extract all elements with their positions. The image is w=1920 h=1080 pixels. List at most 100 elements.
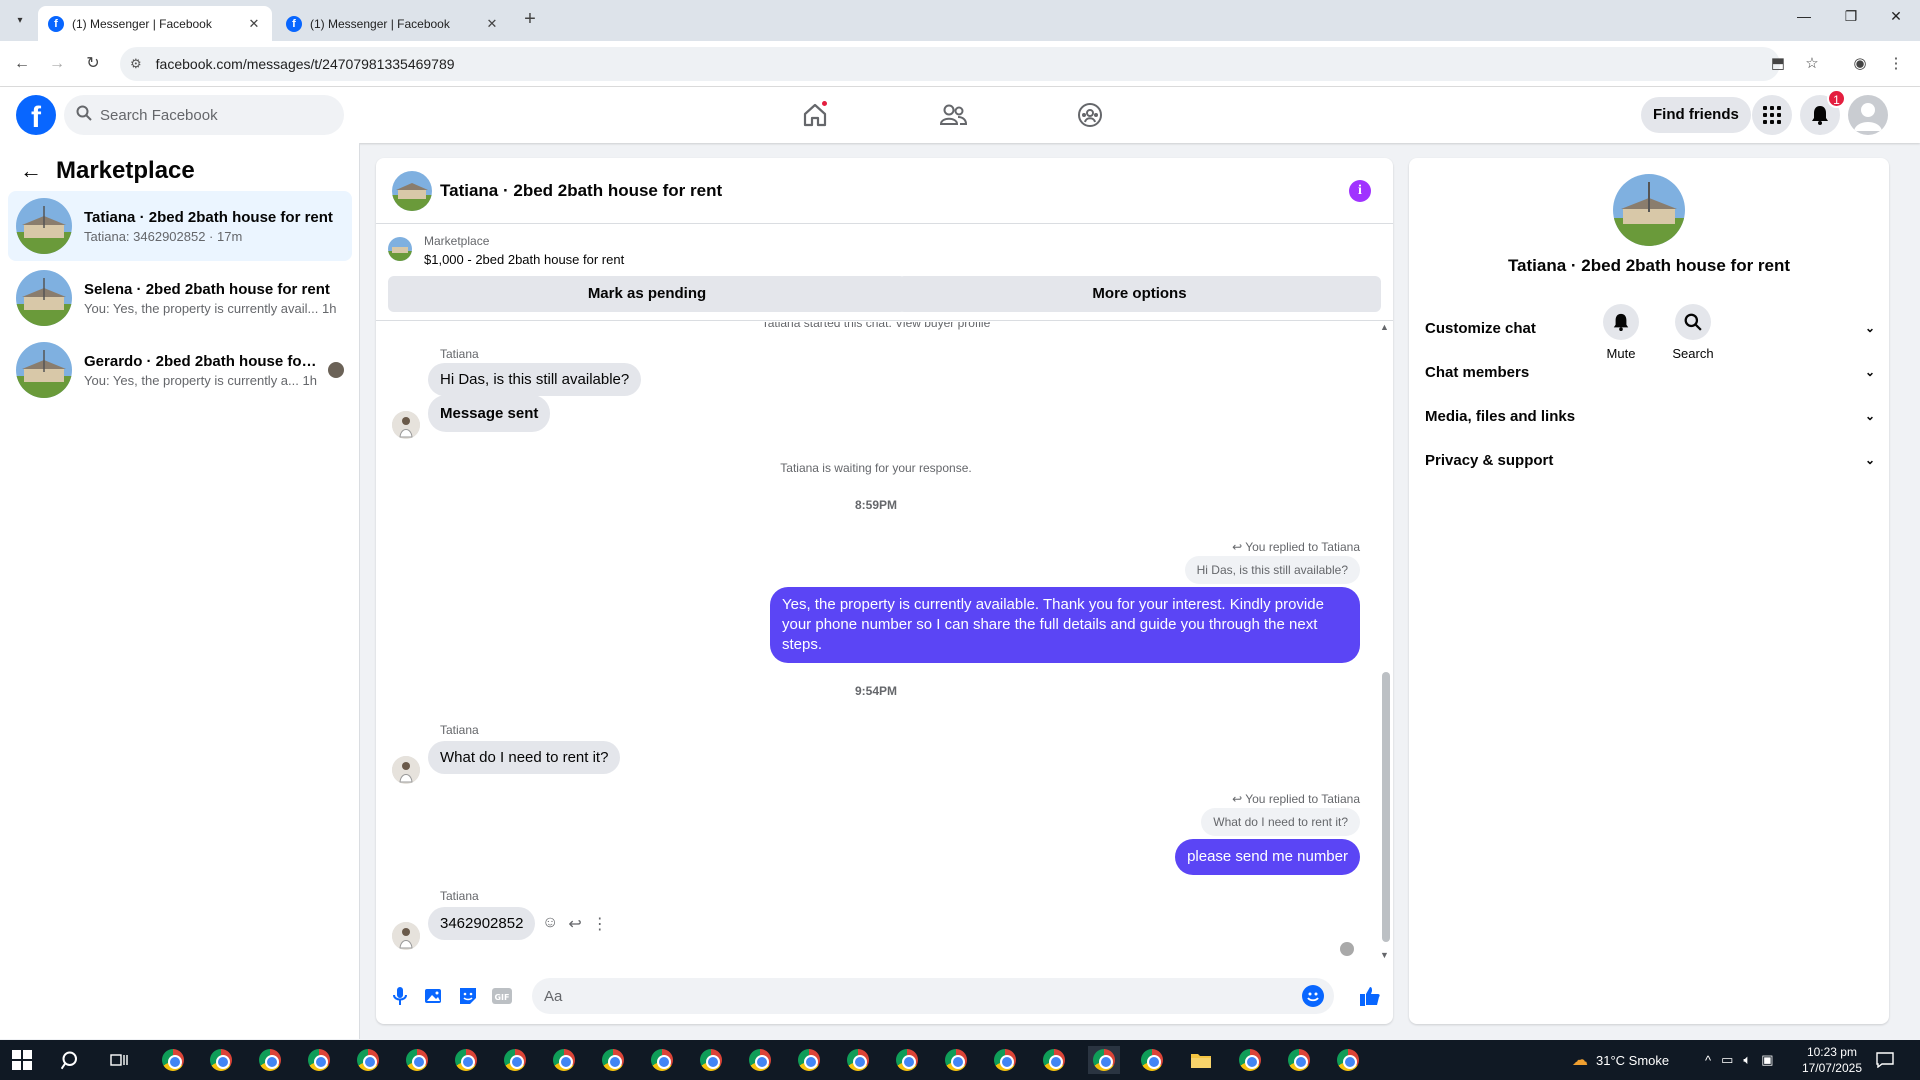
conversation-item[interactable]: Selena · 2bed 2bath house for rent You: … — [8, 263, 352, 333]
listing-price-title[interactable]: $1,000 - 2bed 2bath house for rent — [424, 252, 624, 267]
chrome-taskbar-icon[interactable] — [990, 1046, 1020, 1074]
address-bar[interactable]: ⚙ facebook.com/messages/t/24707981335469… — [120, 47, 1780, 81]
chrome-taskbar-icon[interactable] — [1333, 1046, 1363, 1074]
tab-search-dropdown[interactable]: ▾ — [10, 10, 30, 30]
chrome-taskbar-icon[interactable] — [647, 1046, 677, 1074]
back-arrow-icon[interactable]: ← — [20, 158, 42, 184]
notifications-bell-icon[interactable]: 1 — [1800, 89, 1846, 135]
scroll-thumb[interactable] — [1382, 672, 1390, 942]
chrome-taskbar-icon[interactable] — [843, 1046, 873, 1074]
reply-icon[interactable]: ↩ — [568, 914, 581, 934]
chrome-taskbar-icon[interactable] — [451, 1046, 481, 1074]
customize-chat-section[interactable]: Customize chat ⌄ — [1425, 310, 1875, 346]
chrome-taskbar-icon[interactable] — [1039, 1046, 1069, 1074]
chrome-taskbar-icon[interactable] — [206, 1046, 236, 1074]
media-files-links-section[interactable]: Media, files and links ⌄ — [1425, 398, 1875, 434]
profile-icon[interactable]: ◉ — [1848, 52, 1872, 76]
install-app-icon[interactable]: ⬒ — [1766, 52, 1790, 76]
facebook-search[interactable] — [64, 95, 344, 135]
tab-close-icon[interactable]: ✕ — [246, 16, 262, 32]
chrome-taskbar-icon[interactable] — [158, 1046, 188, 1074]
network-icon[interactable]: ▭ — [1721, 1052, 1733, 1068]
outgoing-message[interactable]: Yes, the property is currently available… — [770, 587, 1360, 663]
chrome-taskbar-icon-active[interactable] — [1088, 1046, 1120, 1074]
forward-icon[interactable]: → — [45, 52, 69, 76]
chrome-taskbar-icon[interactable] — [255, 1046, 285, 1074]
facebook-logo-icon[interactable]: f — [16, 95, 56, 135]
tatiana-avatar[interactable] — [392, 411, 420, 439]
groups-icon[interactable] — [1070, 95, 1110, 135]
notification-center-icon[interactable] — [1870, 1046, 1900, 1074]
chrome-taskbar-icon[interactable] — [1235, 1046, 1265, 1074]
restore-button[interactable]: ❐ — [1831, 8, 1871, 25]
bookmark-star-icon[interactable]: ☆ — [1800, 52, 1824, 76]
more-options-button[interactable]: More options — [898, 276, 1381, 312]
privacy-support-section[interactable]: Privacy & support ⌄ — [1425, 442, 1875, 478]
incoming-message[interactable]: 3462902852 — [428, 907, 536, 940]
chrome-menu-icon[interactable]: ⋮ — [1884, 52, 1908, 76]
tatiana-avatar[interactable] — [392, 922, 420, 950]
chrome-taskbar-icon[interactable] — [304, 1046, 334, 1074]
chrome-taskbar-icon[interactable] — [598, 1046, 628, 1074]
info-icon[interactable]: i — [1349, 180, 1371, 202]
conversation-item[interactable]: Gerardo · 2bed 2bath house for ... You: … — [8, 335, 352, 405]
scroll-up-icon[interactable]: ▲ — [1380, 322, 1389, 332]
search-input[interactable] — [100, 106, 320, 124]
more-actions-icon[interactable]: ⋮ — [592, 914, 608, 934]
chrome-taskbar-icon[interactable] — [402, 1046, 432, 1074]
window-close-button[interactable]: ✕ — [1876, 8, 1916, 25]
chat-title[interactable]: Tatiana · 2bed 2bath house for rent — [440, 181, 722, 201]
task-view-icon[interactable] — [104, 1046, 134, 1074]
chrome-taskbar-icon[interactable] — [941, 1046, 971, 1074]
chrome-taskbar-icon[interactable] — [500, 1046, 530, 1074]
windows-start-icon[interactable] — [12, 1050, 32, 1074]
conversation-item[interactable]: Tatiana · 2bed 2bath house for rent Tati… — [8, 191, 352, 261]
chat-house-thumbnail[interactable] — [392, 170, 432, 211]
volume-icon[interactable]: 🔈︎ — [1743, 1052, 1751, 1068]
chrome-taskbar-icon[interactable] — [892, 1046, 922, 1074]
scroll-down-icon[interactable]: ▼ — [1380, 950, 1389, 960]
find-friends-button[interactable]: Find friends — [1641, 97, 1751, 133]
chrome-taskbar-icon[interactable] — [794, 1046, 824, 1074]
microphone-icon[interactable] — [388, 984, 412, 1008]
chat-members-section[interactable]: Chat members ⌄ — [1425, 354, 1875, 390]
menu-grid-icon[interactable] — [1752, 95, 1792, 135]
incoming-message[interactable]: Hi Das, is this still available? — [428, 363, 642, 396]
system-clock[interactable]: 10:23 pm 17/07/2025 — [1802, 1044, 1862, 1076]
chrome-taskbar-icon[interactable] — [745, 1046, 775, 1074]
site-info-icon[interactable]: ⚙ — [130, 56, 142, 72]
info-house-thumbnail[interactable] — [1613, 174, 1685, 246]
thumbs-up-icon[interactable] — [1358, 984, 1382, 1008]
message-input[interactable] — [544, 987, 1284, 1005]
account-avatar[interactable] — [1848, 95, 1888, 135]
page-scrollbar[interactable] — [1906, 87, 1920, 1039]
taskbar-search-icon[interactable] — [56, 1046, 86, 1074]
new-tab-button[interactable]: + — [520, 9, 540, 29]
weather-widget[interactable]: ☁ 31°C Smoke — [1572, 1040, 1669, 1080]
browser-tab[interactable]: f (1) Messenger | Facebook ✕ — [276, 6, 510, 41]
home-icon[interactable] — [795, 95, 835, 135]
minimize-button[interactable]: — — [1784, 8, 1824, 24]
tray-chevron-up-icon[interactable]: ^ — [1705, 1053, 1711, 1068]
mark-as-pending-button[interactable]: Mark as pending — [388, 276, 906, 312]
gif-icon[interactable]: GIF — [490, 984, 514, 1008]
chrome-taskbar-icon[interactable] — [549, 1046, 579, 1074]
quoted-message[interactable]: What do I need to rent it? — [1201, 808, 1360, 836]
quoted-message[interactable]: Hi Das, is this still available? — [1184, 556, 1360, 584]
tab-close-icon[interactable]: ✕ — [484, 16, 500, 32]
browser-tab-active[interactable]: f (1) Messenger | Facebook ✕ — [38, 6, 272, 41]
friends-icon[interactable] — [933, 95, 973, 135]
incoming-message[interactable]: What do I need to rent it? — [428, 741, 621, 774]
file-explorer-icon[interactable] — [1186, 1046, 1216, 1074]
chrome-taskbar-icon[interactable] — [696, 1046, 726, 1074]
reload-icon[interactable]: ↻ — [81, 52, 105, 76]
react-emoji-icon[interactable]: ☺ — [542, 914, 558, 934]
chrome-taskbar-icon[interactable] — [1284, 1046, 1314, 1074]
listing-thumbnail[interactable] — [388, 237, 412, 261]
outgoing-message[interactable]: please send me number — [1175, 839, 1360, 875]
photo-icon[interactable] — [422, 984, 446, 1008]
chrome-taskbar-icon[interactable] — [353, 1046, 383, 1074]
thread-scrollbar[interactable]: ▲ ▼ — [1378, 322, 1392, 962]
chrome-taskbar-icon[interactable] — [1137, 1046, 1167, 1074]
tatiana-avatar[interactable] — [392, 756, 420, 784]
